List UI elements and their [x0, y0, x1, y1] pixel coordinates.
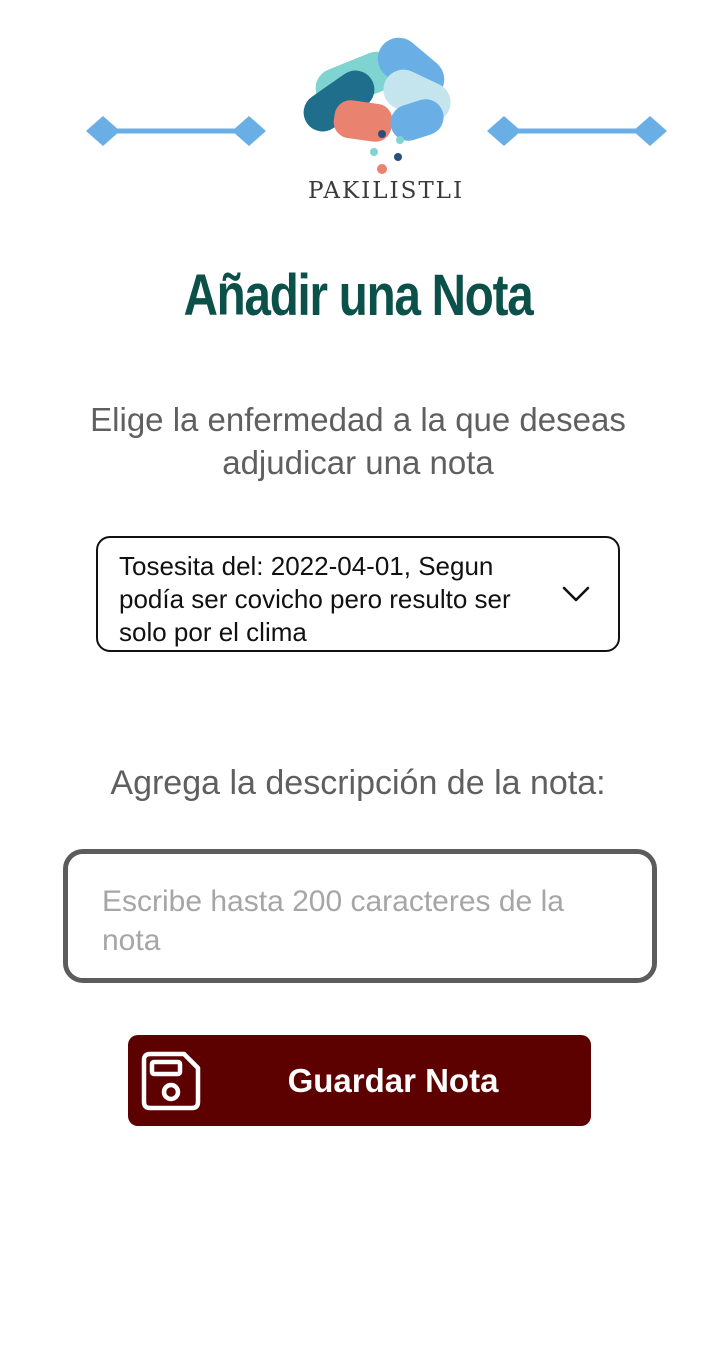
description-label: Agrega la descripción de la nota:: [110, 764, 606, 802]
app-logo: PAKILISTLI: [286, 36, 486, 216]
note-description-input[interactable]: [63, 849, 657, 983]
page-title: Añadir una Nota: [183, 263, 534, 328]
app-header: PAKILISTLI: [0, 30, 716, 220]
right-decorative-line: [487, 116, 667, 146]
disease-select-value: Tosesita del: 2022-04-01, Segun podía se…: [119, 551, 511, 647]
pills-logo-icon: [303, 37, 451, 174]
save-note-label: Guardar Nota: [287, 1062, 499, 1099]
floppy-disk-icon: [141, 1051, 201, 1111]
left-decorative-line: [86, 116, 266, 146]
chevron-down-icon: [562, 586, 590, 602]
disease-select[interactable]: Tosesita del: 2022-04-01, Segun podía se…: [96, 536, 620, 652]
logo-text: PAKILISTLI: [307, 178, 465, 204]
save-note-button[interactable]: Guardar Nota: [128, 1035, 591, 1126]
disease-prompt-text: Elige la enfermedad a la que deseas adju…: [90, 401, 626, 481]
